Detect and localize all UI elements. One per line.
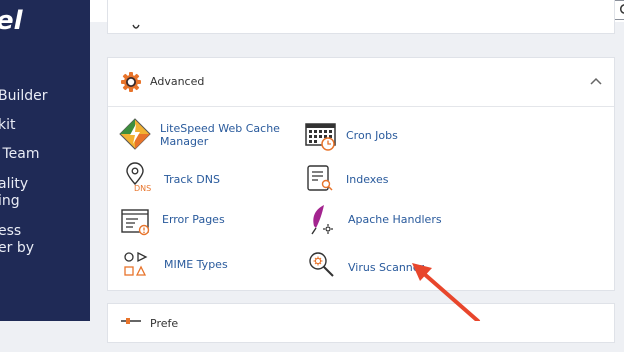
annotation-arrow bbox=[412, 263, 480, 321]
